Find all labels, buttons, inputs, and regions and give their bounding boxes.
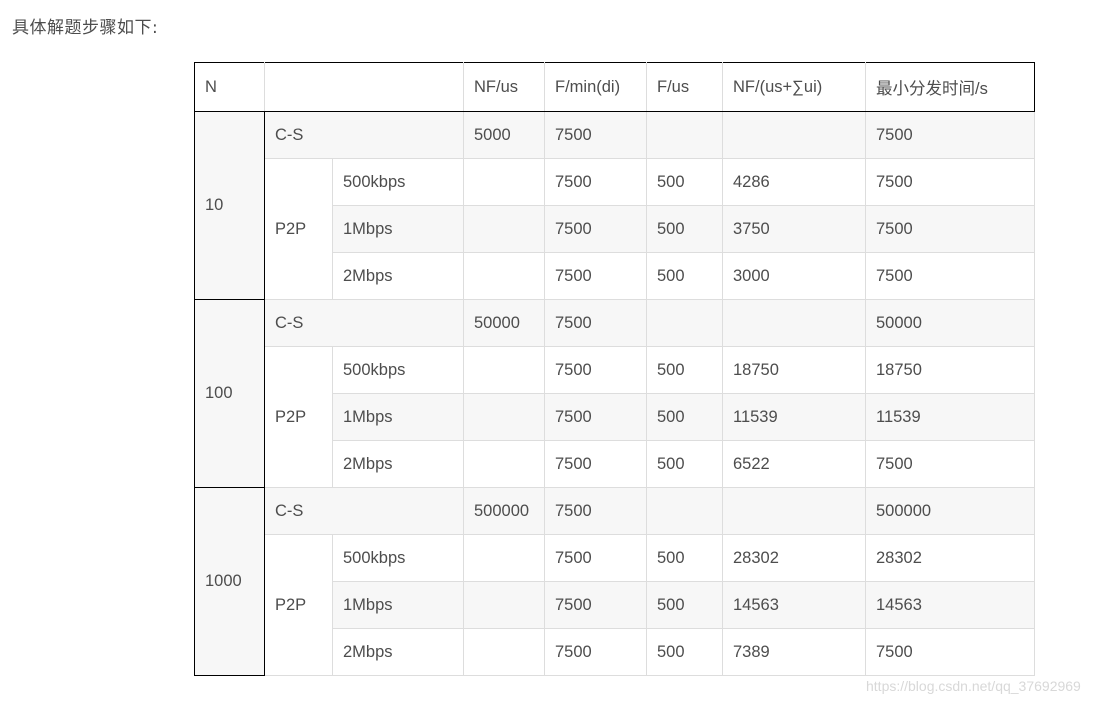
cell-f-us — [646, 111, 723, 159]
cell-nf-sum: 3750 — [722, 205, 866, 253]
cell-f-us: 500 — [646, 346, 723, 394]
cell-min-time: 14563 — [865, 581, 1035, 629]
header-nf-sum: NF/(us+∑ui) — [722, 62, 866, 112]
cell-f-min-di: 7500 — [544, 534, 647, 582]
cell-nf-us: 500000 — [463, 487, 545, 535]
rate-cell: 2Mbps — [332, 440, 464, 488]
cell-nf-us — [463, 158, 545, 206]
n-value-cell: 1000 — [194, 487, 265, 676]
cell-f-min-di: 7500 — [544, 581, 647, 629]
cell-nf-sum: 11539 — [722, 393, 866, 441]
mode-p2p-cell: P2P — [264, 158, 333, 300]
cell-f-us: 500 — [646, 581, 723, 629]
header-nf-us: NF/us — [463, 62, 545, 112]
cell-f-us: 500 — [646, 205, 723, 253]
table-header-row: N NF/us F/min(di) F/us NF/(us+∑ui) 最小分发时… — [194, 62, 1035, 112]
cell-nf-us — [463, 440, 545, 488]
header-mode — [264, 62, 464, 112]
cell-min-time: 7500 — [865, 111, 1035, 159]
cell-f-min-di: 7500 — [544, 393, 647, 441]
cell-min-time: 11539 — [865, 393, 1035, 441]
rate-cell: 2Mbps — [332, 252, 464, 300]
header-f-us: F/us — [646, 62, 723, 112]
rate-cell: 1Mbps — [332, 393, 464, 441]
cell-f-min-di: 7500 — [544, 628, 647, 676]
cell-f-min-di: 7500 — [544, 205, 647, 253]
rate-cell: 2Mbps — [332, 628, 464, 676]
cell-f-us — [646, 299, 723, 347]
table-row: P2P 500kbps 7500 500 28302 28302 — [195, 534, 1035, 676]
cell-min-time: 18750 — [865, 346, 1035, 394]
mode-cs-cell: C-S — [264, 487, 464, 535]
cell-min-time: 7500 — [865, 158, 1035, 206]
distribution-time-table: N NF/us F/min(di) F/us NF/(us+∑ui) 最小分发时… — [194, 62, 1035, 676]
cell-nf-us — [463, 534, 545, 582]
cell-min-time: 7500 — [865, 440, 1035, 488]
header-min-time: 最小分发时间/s — [865, 62, 1035, 112]
table-row: 100 C-S 50000 7500 50000 — [194, 299, 1035, 488]
mode-p2p-cell: P2P — [264, 534, 333, 676]
mode-cs-cell: C-S — [264, 111, 464, 159]
intro-text: 具体解题步骤如下: — [12, 18, 159, 38]
rate-cell: 500kbps — [332, 158, 464, 206]
rate-cell: 500kbps — [332, 534, 464, 582]
cell-f-us: 500 — [646, 252, 723, 300]
cell-nf-sum: 18750 — [722, 346, 866, 394]
cell-nf-sum — [722, 111, 866, 159]
cell-min-time: 7500 — [865, 205, 1035, 253]
cell-f-min-di: 7500 — [544, 111, 647, 159]
table-row: 10 C-S 5000 7500 7500 — [194, 111, 1035, 300]
cell-f-us: 500 — [646, 534, 723, 582]
table-row: 1000 C-S 500000 7500 500000 — [194, 487, 1035, 676]
mode-cs-cell: C-S — [264, 299, 464, 347]
cell-min-time: 28302 — [865, 534, 1035, 582]
cell-nf-us: 50000 — [463, 299, 545, 347]
cell-f-min-di: 7500 — [544, 158, 647, 206]
header-f-min-di: F/min(di) — [544, 62, 647, 112]
cell-nf-sum: 7389 — [722, 628, 866, 676]
cell-min-time: 500000 — [865, 487, 1035, 535]
cell-nf-us — [463, 205, 545, 253]
cell-f-us: 500 — [646, 158, 723, 206]
cell-nf-us — [463, 628, 545, 676]
cell-min-time: 7500 — [865, 252, 1035, 300]
watermark: https://blog.csdn.net/qq_37692969 — [866, 678, 1081, 694]
rate-cell: 1Mbps — [332, 581, 464, 629]
cell-f-min-di: 7500 — [544, 346, 647, 394]
cell-nf-us — [463, 393, 545, 441]
cell-f-us: 500 — [646, 393, 723, 441]
header-n: N — [194, 62, 265, 112]
cell-nf-sum: 3000 — [722, 252, 866, 300]
cell-f-us: 500 — [646, 440, 723, 488]
cell-f-us — [646, 487, 723, 535]
cell-min-time: 7500 — [865, 628, 1035, 676]
table-row: P2P 500kbps 7500 500 18750 18750 — [195, 346, 1035, 488]
cell-f-min-di: 7500 — [544, 440, 647, 488]
cell-nf-sum: 28302 — [722, 534, 866, 582]
cell-f-min-di: 7500 — [544, 252, 647, 300]
cell-f-min-di: 7500 — [544, 487, 647, 535]
cell-nf-us: 5000 — [463, 111, 545, 159]
cell-nf-sum — [722, 487, 866, 535]
cell-nf-sum — [722, 299, 866, 347]
cell-nf-us — [463, 252, 545, 300]
n-value-cell: 10 — [194, 111, 265, 300]
cell-nf-sum: 6522 — [722, 440, 866, 488]
cell-f-us: 500 — [646, 628, 723, 676]
cell-nf-us — [463, 581, 545, 629]
cell-nf-sum: 14563 — [722, 581, 866, 629]
mode-p2p-cell: P2P — [264, 346, 333, 488]
cell-nf-us — [463, 346, 545, 394]
cell-nf-sum: 4286 — [722, 158, 866, 206]
rate-cell: 500kbps — [332, 346, 464, 394]
rate-cell: 1Mbps — [332, 205, 464, 253]
cell-f-min-di: 7500 — [544, 299, 647, 347]
cell-min-time: 50000 — [865, 299, 1035, 347]
n-value-cell: 100 — [194, 299, 265, 488]
table-row: P2P 500kbps 7500 500 4286 7500 — [195, 158, 1035, 300]
